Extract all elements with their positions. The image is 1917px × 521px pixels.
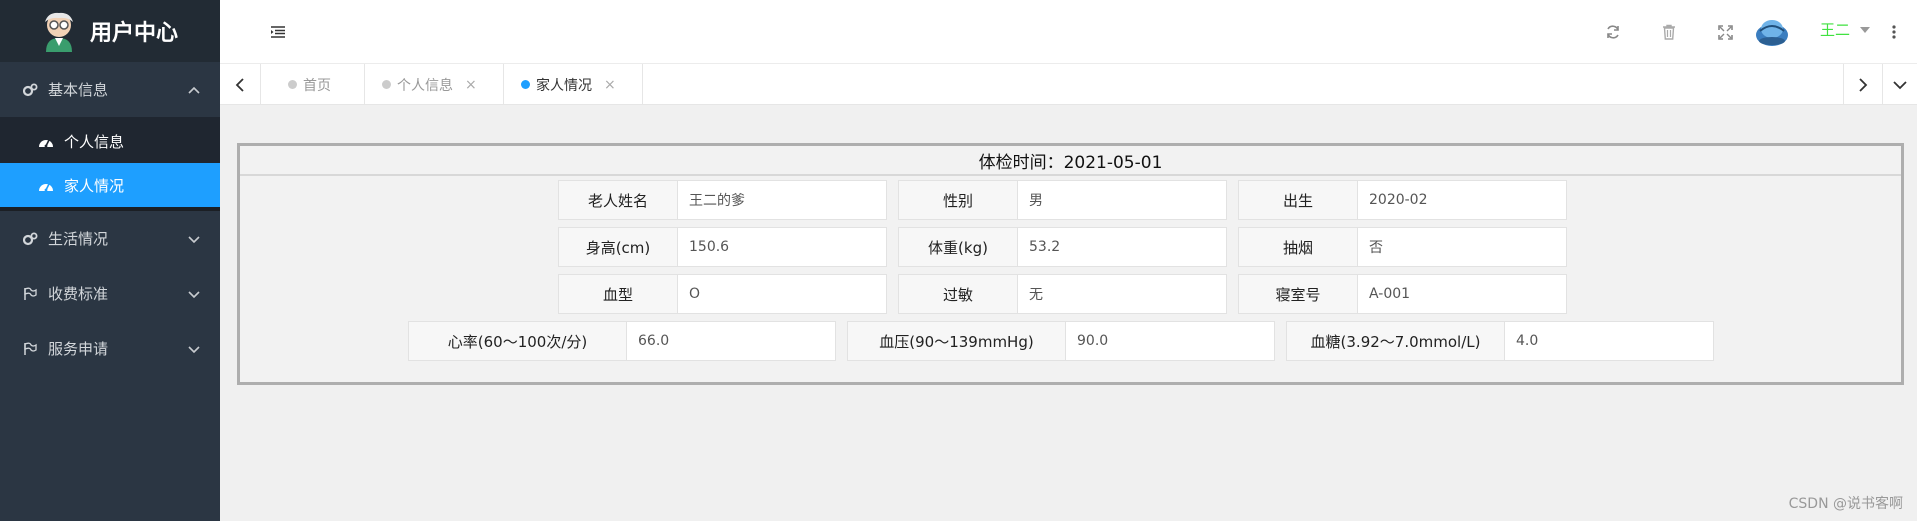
menu-label: 基本信息 [48,81,109,99]
flag-icon [22,286,38,302]
field-value: 否 [1358,227,1567,267]
chevron-down-icon [1893,80,1907,89]
sidebar-item-label: 家人情况 [64,176,125,195]
field-value: 4.0 [1505,321,1714,361]
watermark: CSDN @说书客啊 [1788,496,1903,512]
table-row: 身高(cm) 150.6 体重(kg) 53.2 抽烟 否 [558,227,1567,267]
field-label: 过敏 [898,274,1018,314]
trash-icon[interactable] [1657,20,1681,44]
field-label: 血压(90～139mmHg) [847,321,1066,361]
sidebar-item-family-status[interactable]: 家人情况 [0,163,220,207]
flag-icon [22,341,38,357]
more-icon[interactable] [1882,20,1906,44]
tab-label: 首页 [303,77,331,94]
chevron-down-icon [186,231,202,247]
field-value: 男 [1018,180,1227,220]
menu-label: 生活情况 [48,230,109,248]
gears-icon [22,231,38,247]
field-label: 身高(cm) [558,227,678,267]
tab-personal-info[interactable]: 个人信息 × [365,64,504,105]
field-value: O [678,274,887,314]
menu-label: 服务申请 [48,340,109,358]
submenu-basic-info: 个人信息 家人情况 [0,117,220,211]
fullscreen-icon[interactable] [1713,20,1737,44]
tab-label: 家人情况 [536,77,592,94]
table-row: 心率(60～100次/分) 66.0 血压(90～139mmHg) 90.0 血… [408,321,1714,361]
field-value: 90.0 [1066,321,1275,361]
field-label: 血型 [558,274,678,314]
sidebar-item-label: 个人信息 [64,132,125,151]
table-row: 血型 O 过敏 无 寝室号 A-001 [558,274,1567,314]
field-value: 无 [1018,274,1227,314]
tab-scroll-left-button[interactable] [220,64,261,105]
chevron-down-icon [186,341,202,357]
user-name-dropdown[interactable]: 王二 [1820,19,1850,40]
field-value: A-001 [1358,274,1567,314]
field-label: 体重(kg) [898,227,1018,267]
menu-label: 收费标准 [48,285,109,303]
menu-fee-standard[interactable]: 收费标准 [0,266,220,321]
field-label: 出生 [1238,180,1358,220]
scientist-avatar-icon [40,10,78,52]
sidebar-logo[interactable]: 用户中心 [0,0,220,62]
app-title: 用户中心 [90,21,179,46]
menu-toggle-icon[interactable] [266,20,290,44]
field-label: 抽烟 [1238,227,1358,267]
chevron-left-icon [235,77,244,92]
dashboard-icon [38,134,54,148]
tab-family-status[interactable]: 家人情况 × [504,64,643,105]
avatar[interactable] [1754,14,1790,50]
tab-scroll-right-button[interactable] [1843,64,1883,105]
field-label: 性别 [898,180,1018,220]
field-label: 心率(60～100次/分) [408,321,627,361]
field-label: 寝室号 [1238,274,1358,314]
gears-icon [22,82,38,98]
tab-status-dot [382,80,391,89]
field-value: 王二的爹 [678,180,887,220]
dashboard-icon [38,178,54,192]
tab-bar: 首页 个人信息 × 家人情况 × [220,64,1917,105]
close-icon[interactable]: × [604,77,616,93]
menu-service-request[interactable]: 服务申请 [0,321,220,376]
field-label: 老人姓名 [558,180,678,220]
sidebar: 用户中心 基本信息 个人信息 家人情况 生活情况 收费标准 服务申请 [0,0,220,521]
caret-down-icon[interactable] [1860,27,1870,33]
field-value: 66.0 [627,321,836,361]
chevron-right-icon [1859,77,1868,92]
exam-title: 体检时间：2021-05-01 [240,146,1901,176]
chevron-up-icon [186,82,202,98]
top-header: 王二 [220,0,1917,64]
field-value: 150.6 [678,227,887,267]
tab-label: 个人信息 [397,77,453,94]
table-row: 老人姓名 王二的爹 性别 男 出生 2020-02 [558,180,1567,220]
sidebar-item-personal-info[interactable]: 个人信息 [0,119,220,163]
menu-living-status[interactable]: 生活情况 [0,211,220,266]
menu-basic-info[interactable]: 基本信息 [0,62,220,117]
field-value: 53.2 [1018,227,1227,267]
tab-status-dot [521,80,530,89]
refresh-icon[interactable] [1601,20,1625,44]
health-exam-panel: 体检时间：2021-05-01 老人姓名 王二的爹 性别 男 出生 2020-0… [237,143,1904,385]
tab-menu-dropdown-button[interactable] [1883,64,1917,105]
tab-status-dot [288,80,297,89]
field-value: 2020-02 [1358,180,1567,220]
field-label: 血糖(3.92～7.0mmol/L) [1286,321,1505,361]
tab-home[interactable]: 首页 [261,64,365,105]
chevron-down-icon [186,286,202,302]
close-icon[interactable]: × [465,77,477,93]
